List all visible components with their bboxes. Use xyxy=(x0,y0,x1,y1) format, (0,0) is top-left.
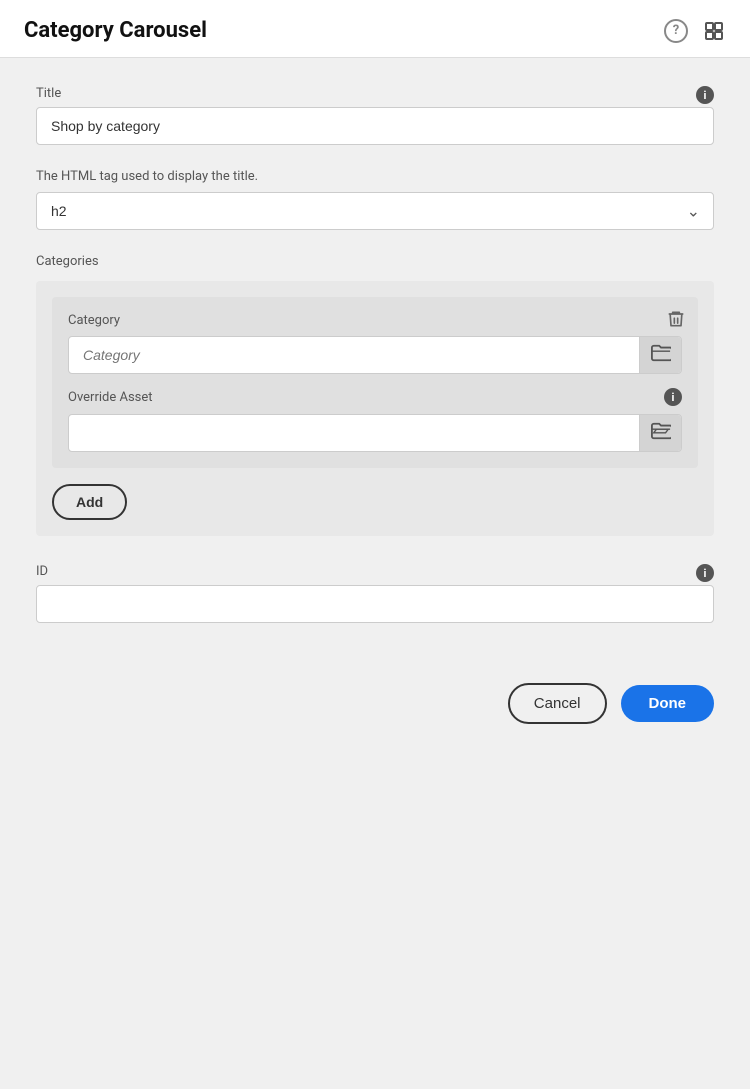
title-info-wrapper: i xyxy=(696,86,714,104)
id-info-wrapper: i xyxy=(696,564,714,582)
override-input[interactable] xyxy=(69,415,639,451)
footer: Cancel Done xyxy=(0,651,750,748)
header-actions: ? xyxy=(664,19,726,43)
title-info-icon[interactable]: i xyxy=(696,86,714,104)
category-card: Category xyxy=(52,297,698,468)
override-browse-button[interactable] xyxy=(639,415,681,451)
header: Category Carousel ? xyxy=(0,0,750,58)
title-field-group: i Title xyxy=(36,86,714,145)
categories-container: Category xyxy=(36,281,714,536)
html-tag-helper: The HTML tag used to display the title. xyxy=(36,169,714,184)
override-input-wrapper xyxy=(68,414,682,452)
categories-label: Categories xyxy=(36,254,714,269)
main-content: i Title The HTML tag used to display the… xyxy=(0,58,750,651)
html-tag-select[interactable]: h1 h2 h3 h4 h5 h6 xyxy=(36,192,714,230)
category-field-label: Category xyxy=(68,313,682,328)
category-browse-button[interactable] xyxy=(639,337,681,373)
add-category-button[interactable]: Add xyxy=(52,484,127,520)
done-button[interactable]: Done xyxy=(621,685,715,722)
category-input[interactable] xyxy=(69,337,639,373)
folder-open-icon xyxy=(651,422,671,445)
page-title: Category Carousel xyxy=(24,18,207,43)
html-tag-field-group: The HTML tag used to display the title. … xyxy=(36,169,714,230)
override-info-icon[interactable]: i xyxy=(664,388,682,406)
cancel-button[interactable]: Cancel xyxy=(508,683,607,724)
html-tag-select-wrapper: h1 h2 h3 h4 h5 h6 ⌄ xyxy=(36,192,714,230)
expand-icon[interactable] xyxy=(702,19,726,43)
id-input[interactable] xyxy=(36,585,714,623)
categories-field-group: Categories Category xyxy=(36,254,714,536)
id-section: i ID xyxy=(36,564,714,623)
override-label: Override Asset xyxy=(68,390,153,405)
id-info-icon[interactable]: i xyxy=(696,564,714,582)
id-label: ID xyxy=(36,564,714,579)
delete-category-button[interactable] xyxy=(666,309,686,334)
title-input[interactable] xyxy=(36,107,714,145)
override-header: Override Asset i xyxy=(68,388,682,406)
help-icon[interactable]: ? xyxy=(664,19,688,43)
page-container: Category Carousel ? i T xyxy=(0,0,750,1089)
folder-icon xyxy=(651,344,671,367)
category-input-wrapper xyxy=(68,336,682,374)
title-label: Title xyxy=(36,86,714,101)
